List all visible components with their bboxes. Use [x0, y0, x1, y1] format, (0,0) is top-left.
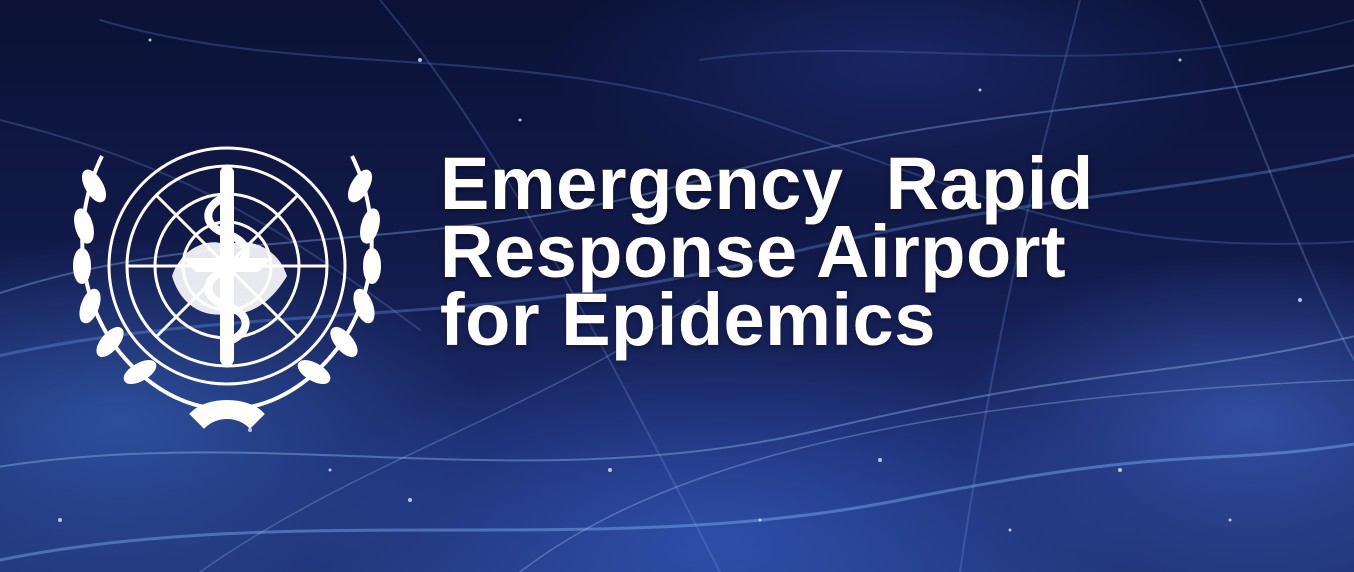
- title-line-3: for Epidemics: [440, 278, 936, 361]
- title-line-2: Response Airport: [440, 210, 1067, 293]
- who-emblem-icon: [73, 146, 381, 429]
- title-line-1: Emergency Rapid: [440, 142, 1094, 225]
- hero-banner: Emergency Rapid Response Airport for Epi…: [0, 0, 1354, 572]
- banner-title: Emergency Rapid Response Airport for Epi…: [440, 142, 1094, 361]
